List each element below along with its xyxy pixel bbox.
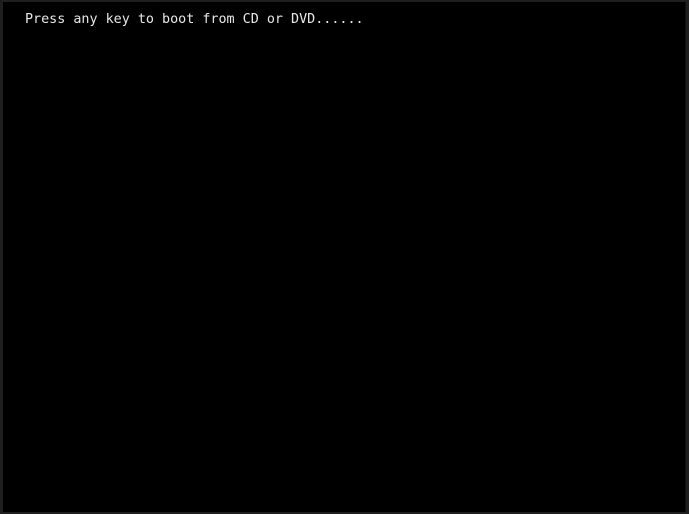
console-frame: Press any key to boot from CD or DVD....… [0, 0, 689, 514]
boot-screen[interactable]: Press any key to boot from CD or DVD....… [3, 2, 686, 512]
boot-prompt-message: Press any key to boot from CD or DVD....… [25, 12, 364, 27]
